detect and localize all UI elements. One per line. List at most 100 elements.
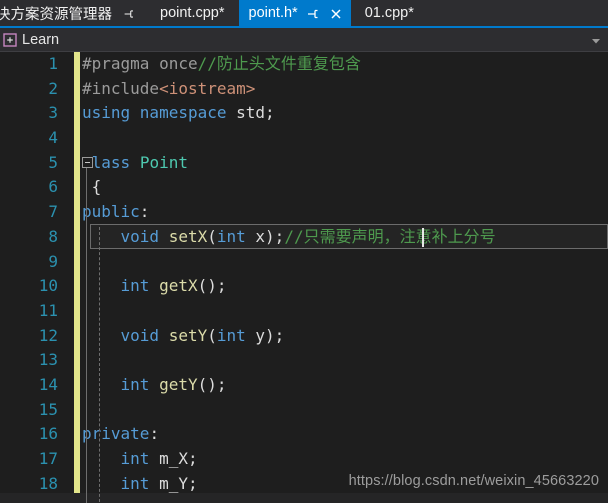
code-text[interactable]: { <box>66 175 608 200</box>
navigation-bar-label[interactable]: Learn <box>22 32 59 48</box>
code-token: std; <box>226 103 275 123</box>
visual-studio-editor-window: 决方案资源管理器 point.cpp* point.h* 01.cpp* Lea… <box>0 0 608 503</box>
code-line[interactable]: 16 private: <box>0 422 608 447</box>
code-line[interactable]: 12 void setY(int y); <box>0 324 608 349</box>
line-number: 11 <box>38 300 58 320</box>
brace-structure-guide <box>86 167 87 503</box>
line-number: 4 <box>48 128 58 148</box>
code-text[interactable]: int getX(); <box>66 274 608 299</box>
line-number: 7 <box>48 202 58 222</box>
document-tab-label: point.h* <box>248 5 298 21</box>
code-token: <iostream> <box>159 78 256 98</box>
code-line[interactable]: 4 <box>0 126 608 151</box>
code-text[interactable]: #pragma once//防止头文件重复包含 <box>66 52 608 77</box>
code-token: private <box>82 424 150 444</box>
document-tab-01-cpp[interactable]: 01.cpp* <box>350 0 428 26</box>
document-tab-label: point.cpp* <box>160 5 225 21</box>
code-token: void <box>120 226 160 246</box>
code-text[interactable]: void setY(int y); <box>66 324 608 349</box>
document-tab-point-cpp[interactable]: point.cpp* <box>146 0 239 26</box>
code-text[interactable]: int getY(); <box>66 373 608 398</box>
code-text[interactable]: class Point <box>66 151 608 176</box>
code-token: ( <box>207 226 217 246</box>
code-token: #pragma once <box>82 54 198 73</box>
line-number: 9 <box>48 251 58 271</box>
line-number: 14 <box>38 374 58 394</box>
text-caret <box>421 227 424 247</box>
code-token: getY <box>159 374 198 394</box>
code-line[interactable]: 2 #include<iostream> <box>0 77 608 102</box>
code-token: using namespace <box>82 103 227 123</box>
code-token: int <box>216 325 246 345</box>
document-tab-label: 01.cpp* <box>364 5 414 21</box>
code-line[interactable]: 9 <box>0 250 608 275</box>
pin-icon[interactable] <box>305 6 321 22</box>
tool-window-tab-label: 决方案资源管理器 <box>0 6 112 23</box>
code-token: //防止头文件重复包含 <box>197 54 361 73</box>
collapse-outline-icon[interactable] <box>82 156 93 168</box>
watermark-text: https://blog.csdn.net/weixin_45663220 <box>348 473 599 489</box>
line-number: 17 <box>38 449 58 468</box>
line-number: 10 <box>38 276 58 296</box>
code-text[interactable]: #include<iostream> <box>66 77 608 102</box>
code-line[interactable]: 8 void setX(int x);//只需要声明，注意补上分号 <box>0 225 608 250</box>
line-number: 13 <box>38 350 58 370</box>
code-line[interactable]: 15 <box>0 398 608 423</box>
line-number: 5 <box>48 152 58 172</box>
code-line[interactable]: 6 { <box>0 175 608 200</box>
code-token: //只需要声明，注意补上分号 <box>284 226 496 246</box>
code-token: m_Y; <box>149 473 198 493</box>
code-text[interactable]: public: <box>66 200 608 225</box>
code-token: Point <box>139 152 188 172</box>
code-token: (); <box>197 374 227 394</box>
line-number: 6 <box>48 177 58 197</box>
code-line[interactable]: 1 #pragma once//防止头文件重复包含 <box>0 52 608 77</box>
pin-icon[interactable] <box>122 7 136 21</box>
code-line[interactable]: 14 int getY(); <box>0 373 608 398</box>
line-number: 12 <box>38 325 58 345</box>
code-line[interactable]: 13 <box>0 348 608 373</box>
chevron-down-icon[interactable] <box>590 34 602 46</box>
code-token: : <box>139 202 150 222</box>
editor-bottom-strip <box>0 493 608 503</box>
code-line[interactable]: 11 <box>0 299 608 324</box>
tab-bar: 决方案资源管理器 point.cpp* point.h* 01.cpp* <box>0 0 608 28</box>
code-text[interactable]: private: <box>66 422 608 447</box>
indent-guide <box>99 226 100 503</box>
code-token: int <box>216 226 246 246</box>
line-number: 8 <box>48 226 58 246</box>
code-token: (); <box>197 276 227 296</box>
code-line[interactable]: 7 public: <box>0 200 608 225</box>
code-line[interactable]: 3 using namespace std; <box>0 101 608 126</box>
code-token: getX <box>159 276 198 296</box>
code-line[interactable]: 10 int getX(); <box>0 274 608 299</box>
code-text[interactable]: int m_X; <box>66 447 608 472</box>
line-number: 16 <box>38 424 58 444</box>
code-token: ( <box>207 325 217 345</box>
code-token: setX <box>168 226 208 246</box>
code-lines-container: 1 #pragma once//防止头文件重复包含 2 #include<iostre… <box>0 52 608 503</box>
code-text[interactable]: using namespace std; <box>66 101 608 126</box>
line-number: 15 <box>38 399 58 419</box>
code-token: { <box>82 177 102 197</box>
code-token: setY <box>168 325 208 345</box>
document-tab-point-h[interactable]: point.h* <box>238 0 351 26</box>
line-number: 2 <box>48 78 58 98</box>
code-token: #include <box>82 78 160 98</box>
line-number: 1 <box>48 54 58 73</box>
navigation-bar: Learn <box>0 28 608 52</box>
tool-window-tab-solution-explorer[interactable]: 决方案资源管理器 <box>0 0 146 26</box>
code-editor[interactable]: 1 #pragma once//防止头文件重复包含 2 #include<iostre… <box>0 52 608 503</box>
close-icon[interactable] <box>328 6 344 22</box>
code-line[interactable]: 17 int m_X; <box>0 447 608 472</box>
code-text[interactable]: void setX(int x);//只需要声明，注意补上分号 <box>66 225 608 250</box>
